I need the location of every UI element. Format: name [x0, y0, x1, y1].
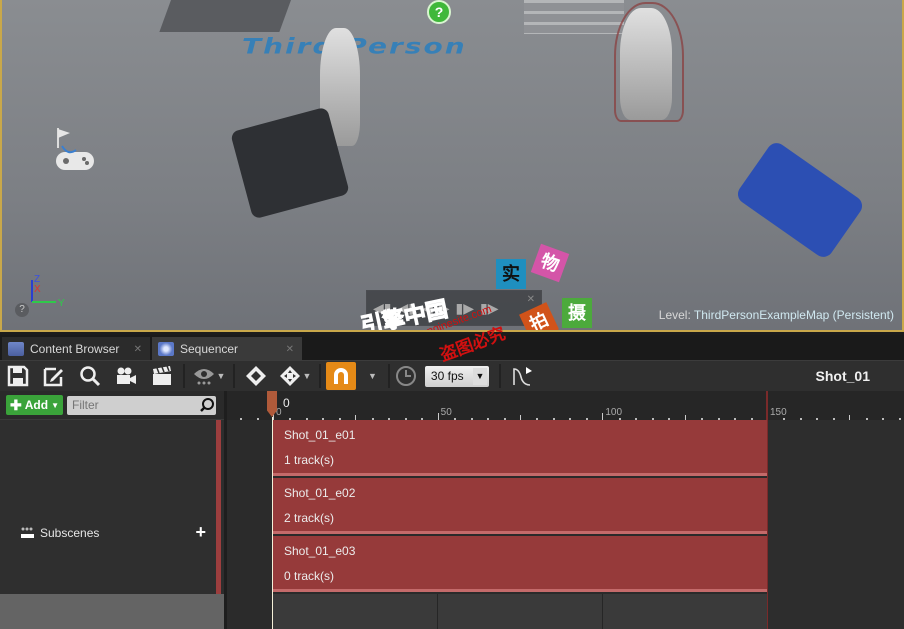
close-icon[interactable]: ✕ [134, 344, 142, 355]
content-browser-icon [8, 342, 24, 356]
shot-track-count: 2 track(s) [284, 511, 335, 525]
plus-icon: ✚ [10, 396, 22, 413]
sequence-name: Shot_01 [815, 368, 870, 384]
timeline-empty-area [273, 594, 767, 629]
toolbar-divider [233, 364, 235, 388]
close-icon[interactable]: ✕ [286, 344, 294, 355]
watermark-tile: 摄 [562, 298, 592, 328]
track-outliner: ✚ Add ▼ Subscenes + [0, 391, 224, 629]
chevron-down-icon: ▼ [51, 400, 59, 410]
axis-x-label: X [34, 284, 41, 295]
subscenes-track[interactable]: Subscenes + [20, 522, 206, 542]
shot-track-count: 0 track(s) [284, 569, 335, 583]
subscenes-icon [21, 527, 34, 538]
track-label: Subscenes [40, 526, 100, 540]
out-of-range-area [767, 420, 904, 629]
viewport-help-icon[interactable]: ? [15, 303, 29, 317]
close-icon[interactable]: ✕ [527, 294, 535, 305]
clapperboard-icon [153, 365, 171, 385]
player-start-gamepad-icon[interactable] [52, 126, 98, 178]
axis-y-label: Y [58, 298, 65, 309]
sequencer-icon [158, 342, 174, 356]
save-icon [7, 365, 29, 387]
ruler-tick-label: 100 [605, 407, 623, 418]
level-label: Level: ThirdPersonExampleMap (Persistent… [659, 308, 894, 322]
add-key-button[interactable] [238, 362, 274, 390]
frame-rate-value: 30 fps [430, 369, 464, 383]
tab-sequencer[interactable]: Sequencer ✕ [152, 337, 302, 361]
playback-rate-icon [395, 366, 416, 386]
level-prefix: Level: [658, 308, 691, 322]
chevron-down-icon: ▼ [472, 367, 487, 385]
frame-rate-select[interactable]: 30 fps ▼ [424, 365, 489, 387]
shot-section[interactable]: Shot_01_e02 2 track(s) [273, 478, 767, 534]
add-track-button[interactable]: ✚ Add ▼ [6, 395, 63, 415]
selected-camera-actor[interactable] [734, 139, 866, 261]
search-icon[interactable] [199, 397, 215, 413]
tracks-list: Subscenes + [0, 420, 216, 594]
shot-section[interactable]: Shot_01_e01 1 track(s) [273, 420, 767, 476]
grid-line [602, 594, 603, 629]
playback-rate-button[interactable] [393, 362, 419, 390]
view-options-button[interactable]: ▼ [188, 362, 230, 390]
tab-content-browser[interactable]: Content Browser ✕ [2, 337, 150, 361]
filter-input[interactable] [67, 395, 216, 415]
chevron-down-icon: ▼ [216, 371, 226, 381]
playhead-line [272, 417, 273, 629]
add-label: Add [24, 398, 49, 412]
scene-stairs [524, 0, 624, 34]
find-asset-button[interactable] [72, 362, 108, 390]
out-of-range-area [227, 420, 272, 629]
timeline-area[interactable]: 0 50 100 150 Shot_01_e01 1 track(s) Shot_01… [224, 391, 904, 629]
toolbar-divider [319, 364, 321, 388]
camera-icon [117, 367, 136, 384]
toolbar-divider [498, 364, 501, 388]
playback-end-marker[interactable] [766, 391, 768, 420]
current-frame: 0 [283, 396, 290, 410]
save-as-icon [43, 367, 63, 387]
track-color-bar [216, 420, 221, 594]
mannequin-character-caged[interactable] [620, 8, 672, 120]
outliner-empty-area [0, 594, 224, 629]
level-name: ThirdPersonExampleMap (Persistent) [693, 308, 894, 322]
shot-name: Shot_01_e02 [284, 486, 356, 500]
ruler-tick-label: 50 [440, 407, 452, 418]
render-movie-button[interactable] [144, 362, 180, 390]
snap-options-dropdown[interactable]: ▼ [368, 371, 377, 381]
watermark-tile: 实 [496, 259, 526, 289]
transform-keys-button[interactable]: ▼ [274, 362, 316, 390]
shot-section[interactable]: Shot_01_e03 0 track(s) [273, 536, 767, 592]
sequencer-toolbar: ▼ ▼ ▼ 30 fps ▼ Shot_01 [0, 360, 904, 391]
watermark-tile: 物 [530, 243, 570, 283]
filter-row: ✚ Add ▼ [0, 391, 224, 420]
level-viewport[interactable]: Third Person ? Z X Y ? ◀▮ ◀▮ ◀ ▶ ▮▶ ▮▶ ✕… [0, 0, 904, 332]
question-mark-icon[interactable]: ? [427, 0, 451, 24]
transform-keys-icon [279, 366, 300, 386]
create-camera-button[interactable] [108, 362, 144, 390]
tab-label: Sequencer [180, 342, 239, 356]
time-ruler[interactable]: 0 50 100 150 [227, 391, 904, 420]
toolbar-divider [387, 364, 390, 388]
grid-line [437, 594, 438, 629]
toolbar-divider [183, 364, 185, 388]
key-icon [246, 366, 266, 386]
scene-block [159, 0, 295, 32]
curve-editor-button[interactable] [504, 362, 540, 390]
ruler-tick-label: 150 [770, 407, 787, 418]
add-subscene-button[interactable]: + [195, 522, 206, 543]
shot-track-count: 1 track(s) [284, 453, 335, 467]
tab-label: Content Browser [30, 342, 120, 356]
snap-toggle-button[interactable] [326, 362, 356, 390]
curve-editor-icon [513, 367, 532, 386]
shot-name: Shot_01_e01 [284, 428, 356, 442]
save-button[interactable] [0, 362, 36, 390]
chevron-down-icon: ▼ [302, 371, 312, 381]
snap-magnet-icon [334, 368, 348, 384]
ruler-major-tick [602, 413, 604, 420]
ruler-major-tick [437, 413, 439, 420]
shot-name: Shot_01_e03 [284, 544, 356, 558]
view-options-icon [193, 369, 214, 385]
find-asset-icon [80, 366, 101, 387]
save-as-button[interactable] [36, 362, 72, 390]
